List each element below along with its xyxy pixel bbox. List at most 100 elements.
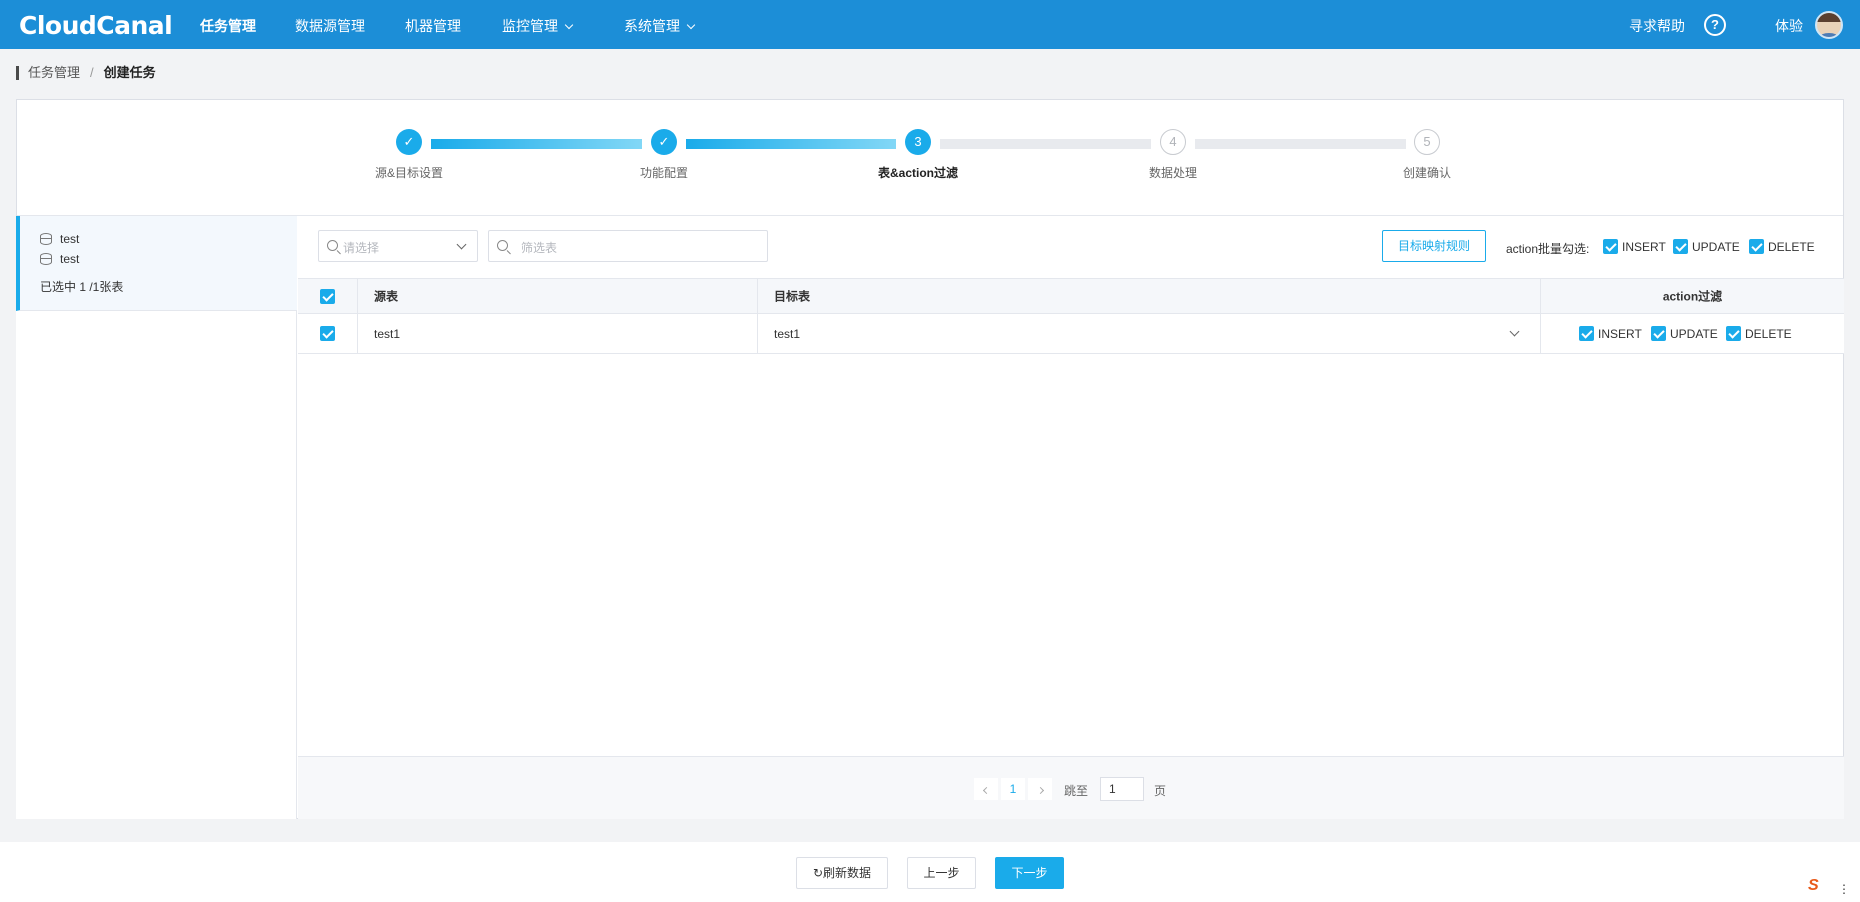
batch-insert-label: INSERT: [1622, 240, 1666, 254]
select-all-cell: [298, 279, 358, 313]
breadcrumb-parent[interactable]: 任务管理: [28, 65, 80, 80]
select-placeholder: 请选择: [343, 241, 380, 255]
user-name[interactable]: 体验: [1775, 16, 1803, 36]
batch-insert-checkbox[interactable]: INSERT: [1603, 239, 1666, 254]
source-header: 源表: [374, 289, 399, 304]
step-3-label: 表&action过滤: [877, 166, 959, 180]
row-checkbox[interactable]: [320, 326, 335, 341]
source-header-cell: 源表: [358, 279, 758, 313]
database-selection[interactable]: test test 已选中 1 /1张表: [16, 216, 297, 311]
chevron-right-icon: [1036, 786, 1044, 795]
help-link[interactable]: 寻求帮助: [1629, 16, 1685, 36]
breadcrumb: 任务管理 / 创建任务: [16, 66, 156, 80]
next-step-button[interactable]: 下一步: [995, 857, 1064, 889]
checkbox-checked-icon: [1579, 326, 1594, 341]
source-table-name: test1: [374, 326, 401, 341]
row-delete-label: DELETE: [1745, 327, 1792, 341]
nav-system-management[interactable]: 系统管理: [624, 16, 696, 36]
nav-task-management[interactable]: 任务管理: [200, 16, 256, 36]
schema-select[interactable]: 请选择: [318, 230, 478, 262]
checkbox-checked-icon: [1749, 239, 1764, 254]
target-table-select[interactable]: test1: [758, 314, 1541, 353]
nav-monitor-management[interactable]: 监控管理: [502, 16, 574, 36]
step-5-circle: 5: [1414, 129, 1440, 155]
ime-icon[interactable]: S: [1808, 877, 1832, 899]
help-icon[interactable]: ?: [1704, 14, 1726, 36]
step-1-check-icon: ✓: [396, 129, 422, 155]
step-2-check-icon: ✓: [651, 129, 677, 155]
target-table-name: test1: [774, 326, 801, 341]
avatar[interactable]: [1815, 11, 1843, 39]
action-filter-cell: INSERT UPDATE DELETE: [1541, 314, 1844, 353]
step-3-circle: 3: [905, 129, 931, 155]
database-icon: [40, 253, 52, 265]
filter-table-input[interactable]: 筛选表: [488, 230, 768, 262]
breadcrumb-separator: /: [90, 65, 94, 80]
row-delete-checkbox[interactable]: DELETE: [1726, 326, 1792, 341]
database-item[interactable]: test: [40, 232, 79, 246]
ime-menu-icon[interactable]: ⋮: [1838, 882, 1850, 896]
search-icon: [497, 240, 508, 251]
row-select-cell: [298, 314, 358, 353]
pagination-bar: 1 跳至 1 页: [298, 756, 1844, 819]
page-label: 页: [1154, 784, 1167, 798]
mapping-rule-button[interactable]: 目标映射规则: [1382, 230, 1486, 262]
nav-monitor-label: 监控管理: [502, 18, 558, 34]
filter-placeholder: 筛选表: [521, 241, 558, 255]
step-4-label: 数据处理: [1148, 166, 1198, 180]
chevron-down-icon: [686, 20, 696, 30]
nav-system-label: 系统管理: [624, 18, 680, 34]
step-connector-2: [686, 139, 896, 149]
batch-delete-checkbox[interactable]: DELETE: [1749, 239, 1815, 254]
database-name: test: [60, 252, 80, 266]
source-cell: test1: [358, 314, 758, 353]
cloudcanal-logo[interactable]: CloudCanal: [19, 11, 173, 40]
table-row: test1 test1 INSERT UPDATE DELETE: [298, 314, 1844, 354]
database-name: test: [60, 232, 80, 246]
table-header: 源表 目标表 action过滤: [298, 278, 1844, 314]
action-header: action过滤: [1662, 289, 1723, 304]
batch-delete-label: DELETE: [1768, 240, 1815, 254]
row-insert-label: INSERT: [1598, 327, 1642, 341]
checkbox-checked-icon: [1726, 326, 1741, 341]
selected-summary: 已选中 1 /1张表: [40, 280, 124, 294]
steps-header: [17, 100, 1843, 216]
prev-page-button[interactable]: [974, 778, 998, 800]
step-2-label: 功能配置: [639, 166, 689, 180]
batch-update-checkbox[interactable]: UPDATE: [1673, 239, 1740, 254]
next-page-button[interactable]: [1028, 778, 1052, 800]
batch-action-label: action批量勾选:: [1506, 242, 1590, 256]
select-all-checkbox[interactable]: [320, 289, 335, 304]
page-number[interactable]: 1: [1001, 778, 1025, 800]
step-5-label: 创建确认: [1402, 166, 1452, 180]
row-update-checkbox[interactable]: UPDATE: [1651, 326, 1718, 341]
nav-datasource-management[interactable]: 数据源管理: [295, 16, 365, 36]
prev-step-button[interactable]: 上一步: [907, 857, 976, 889]
batch-update-label: UPDATE: [1692, 240, 1740, 254]
checkbox-checked-icon: [1673, 239, 1688, 254]
jump-label: 跳至: [1064, 784, 1089, 798]
chevron-down-icon: [456, 239, 467, 250]
left-panel: test test 已选中 1 /1张表: [16, 216, 297, 819]
target-header: 目标表: [774, 289, 811, 304]
action-header-cell: action过滤: [1541, 279, 1844, 313]
search-icon: [327, 240, 338, 251]
chevron-down-icon: [564, 20, 574, 30]
row-insert-checkbox[interactable]: INSERT: [1579, 326, 1642, 341]
target-header-cell: 目标表: [758, 279, 1541, 313]
step-connector-3: [940, 139, 1151, 149]
checkbox-checked-icon: [1651, 326, 1666, 341]
refresh-icon: ↻: [812, 866, 824, 880]
top-header: CloudCanal 任务管理 数据源管理 机器管理 监控管理 系统管理 寻求帮…: [0, 0, 1860, 49]
step-4-circle: 4: [1160, 129, 1186, 155]
checkbox-checked-icon: [1603, 239, 1618, 254]
nav-machine-management[interactable]: 机器管理: [405, 16, 461, 36]
step-connector-1: [431, 139, 642, 149]
refresh-data-button[interactable]: ↻刷新数据: [796, 857, 888, 889]
jump-page-input[interactable]: 1: [1100, 777, 1144, 801]
database-item[interactable]: test: [40, 252, 79, 266]
chevron-left-icon: [982, 786, 990, 795]
refresh-label: 刷新数据: [823, 866, 872, 880]
step-connector-4: [1195, 139, 1406, 149]
database-icon: [40, 233, 52, 245]
